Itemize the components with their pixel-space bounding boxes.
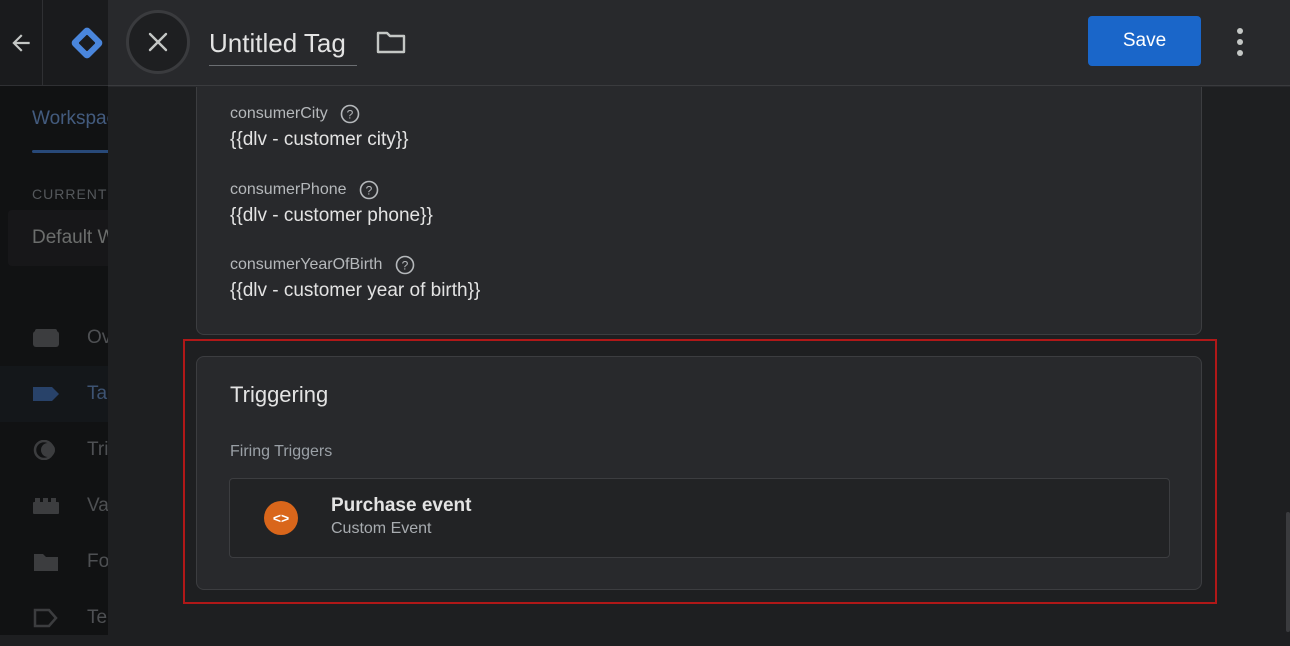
field-consumer-phone: consumerPhone ? {{dlv - customer phone}}	[230, 180, 433, 227]
tag-configuration-card: consumerCity ? {{dlv - customer city}} c…	[196, 87, 1202, 335]
panel-body: consumerCity ? {{dlv - customer city}} c…	[108, 87, 1290, 635]
field-consumer-year-of-birth: consumerYearOfBirth ? {{dlv - customer y…	[230, 255, 480, 302]
tag-editor-panel: Untitled Tag Save consumerCity ? {{dlv -…	[108, 0, 1290, 635]
tag-name-input[interactable]: Untitled Tag	[209, 28, 357, 66]
field-label: consumerCity	[230, 105, 328, 122]
help-icon[interactable]: ?	[340, 104, 360, 124]
folder-icon[interactable]	[376, 30, 406, 54]
save-button[interactable]: Save	[1088, 16, 1201, 66]
field-label: consumerPhone	[230, 181, 347, 198]
topbar-divider	[42, 0, 43, 86]
svg-text:?: ?	[401, 259, 408, 273]
field-value[interactable]: {{dlv - customer city}}	[230, 129, 408, 151]
code-brackets-icon: <>	[264, 501, 298, 535]
svg-text:?: ?	[366, 184, 373, 198]
overlay-scrim[interactable]	[0, 86, 108, 635]
trigger-name: Purchase event	[331, 495, 472, 516]
triggering-card[interactable]: Triggering Firing Triggers <> Purchase e…	[196, 356, 1202, 590]
scrollbar[interactable]	[1286, 512, 1290, 632]
trigger-icon-symbol: <>	[272, 510, 290, 526]
close-icon	[148, 32, 168, 52]
more-vert-icon[interactable]	[1228, 26, 1252, 58]
field-label: consumerYearOfBirth	[230, 256, 383, 273]
help-icon[interactable]: ?	[395, 255, 415, 275]
triggering-title: Triggering	[230, 382, 329, 407]
field-value[interactable]: {{dlv - customer year of birth}}	[230, 280, 480, 302]
svg-text:?: ?	[347, 108, 354, 122]
field-consumer-city: consumerCity ? {{dlv - customer city}}	[230, 104, 408, 151]
gtm-logo-icon	[71, 27, 103, 59]
trigger-list-item[interactable]: <> Purchase event Custom Event	[229, 478, 1170, 558]
trigger-type: Custom Event	[331, 520, 432, 537]
panel-header: Untitled Tag Save	[108, 0, 1290, 86]
close-button[interactable]	[126, 10, 190, 74]
firing-triggers-label: Firing Triggers	[230, 443, 333, 460]
field-value[interactable]: {{dlv - customer phone}}	[230, 205, 433, 227]
help-icon[interactable]: ?	[359, 180, 379, 200]
back-arrow-icon[interactable]	[8, 30, 34, 56]
